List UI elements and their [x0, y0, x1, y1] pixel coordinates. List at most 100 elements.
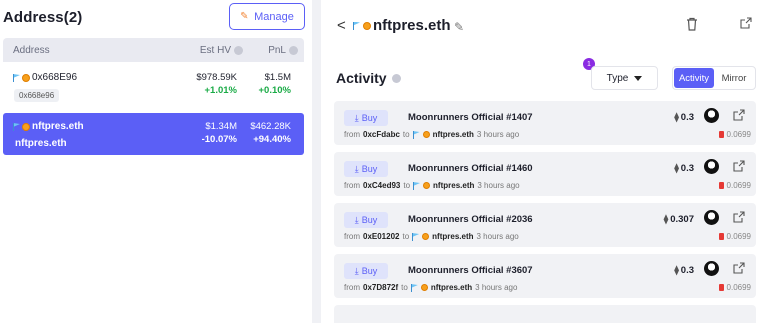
est-hv-value: $1.34M: [205, 121, 237, 132]
from-word: from: [344, 181, 360, 190]
detail-title-text: nftpres.eth: [373, 17, 451, 34]
type-dropdown[interactable]: Type: [591, 66, 658, 90]
activity-row[interactable]: ⤓ Buy Moonrunners Official #3607 from 0x7…: [334, 254, 756, 298]
avatar[interactable]: [704, 108, 719, 123]
flag-icon: [13, 123, 20, 131]
external-link-icon[interactable]: [733, 262, 745, 274]
address-row[interactable]: 0x668E96 0x668e96 $978.59K +1.01% $1.5M …: [3, 64, 304, 108]
flag-icon: [353, 21, 361, 30]
toggle-mirror[interactable]: Mirror: [714, 68, 754, 88]
nft-name[interactable]: Moonrunners Official #1460: [408, 163, 533, 174]
address-name: 0x668E96: [13, 72, 77, 83]
from-address[interactable]: 0xE01202: [363, 232, 399, 241]
buy-tag: ⤓ Buy: [344, 212, 388, 228]
view-toggle: Activity Mirror: [672, 66, 756, 90]
eth-icon: ⧫: [674, 265, 679, 275]
to-word: to: [402, 232, 410, 241]
trash-icon[interactable]: [686, 17, 698, 31]
coin-icon: [423, 182, 431, 189]
toggle-activity[interactable]: Activity: [674, 68, 714, 88]
to-word: to: [401, 283, 408, 292]
buy-arrow-icon: ⤓: [354, 163, 359, 174]
gas-fee: 0.0699: [718, 130, 751, 139]
activity-title: Activity: [336, 70, 401, 86]
avatar[interactable]: [704, 159, 719, 174]
gas-fee: 0.0699: [718, 283, 751, 292]
back-chevron-icon[interactable]: <: [337, 17, 346, 34]
address-panel: Address(2) ✎ Manage Address Est HV PnL 0…: [0, 0, 312, 323]
time-ago: 3 hours ago: [476, 232, 519, 241]
activity-row[interactable]: ⤓ Buy Moonrunners Official #2036 from 0xE…: [334, 203, 756, 247]
nft-name[interactable]: Moonrunners Official #2036: [408, 214, 533, 225]
to-address[interactable]: nftpres.eth: [433, 181, 474, 190]
external-link-icon[interactable]: [733, 160, 745, 172]
nft-name[interactable]: Moonrunners Official #3607: [408, 265, 533, 276]
from-word: from: [344, 232, 360, 241]
transfer-line: from 0xE01202 to nftpres.eth 3 hours ago: [344, 232, 519, 241]
gas-pump-icon: [718, 131, 724, 138]
from-address[interactable]: 0x7D872f: [363, 283, 398, 292]
pnl-change: +94.40%: [253, 134, 291, 145]
column-est-hv[interactable]: Est HV: [200, 45, 243, 56]
nft-name[interactable]: Moonrunners Official #1407: [408, 112, 533, 123]
info-icon[interactable]: [289, 46, 298, 55]
gas-value: 0.0699: [726, 232, 751, 241]
transfer-line: from 0xC4ed93 to nftpres.eth 3 hours ago: [344, 181, 520, 190]
price-value: 0.307: [670, 214, 694, 225]
price: ⧫ 0.3: [674, 112, 694, 123]
avatar[interactable]: [704, 261, 719, 276]
buy-tag-label: Buy: [361, 266, 378, 276]
manage-button[interactable]: ✎ Manage: [229, 3, 305, 30]
external-link-icon[interactable]: [733, 211, 745, 223]
to-address[interactable]: nftpres.eth: [431, 283, 472, 292]
activity-row-partial[interactable]: [334, 305, 756, 323]
buy-tag-label: Buy: [361, 113, 378, 123]
activity-row[interactable]: ⤓ Buy Moonrunners Official #1460 from 0xC…: [334, 152, 756, 196]
edit-icon[interactable]: ✎: [454, 20, 464, 34]
est-hv-change: +1.01%: [204, 85, 238, 96]
time-ago: 3 hours ago: [475, 283, 518, 292]
pencil-icon: ✎: [240, 10, 249, 22]
external-link-icon[interactable]: [733, 109, 745, 121]
activity-row[interactable]: ⤓ Buy Moonrunners Official #1407 from 0xc…: [334, 101, 756, 145]
avatar[interactable]: [704, 210, 719, 225]
from-word: from: [344, 130, 360, 139]
info-icon[interactable]: [391, 73, 401, 83]
detail-panel: < nftpres.eth ✎ Activity 1 Type Activity…: [321, 0, 773, 323]
external-link-icon[interactable]: [740, 17, 752, 29]
address-row-selected[interactable]: nftpres.eth nftpres.eth $1.34M -10.07% $…: [3, 113, 304, 155]
pnl-value: $462.28K: [250, 121, 291, 132]
buy-arrow-icon: ⤓: [354, 112, 359, 123]
gas-pump-icon: [718, 233, 724, 240]
info-icon[interactable]: [234, 46, 243, 55]
buy-tag-label: Buy: [361, 215, 378, 225]
gas-fee: 0.0699: [718, 232, 751, 241]
gas-value: 0.0699: [726, 181, 751, 190]
flag-icon: [13, 74, 20, 82]
eth-icon: ⧫: [674, 163, 679, 173]
buy-tag: ⤓ Buy: [344, 161, 388, 177]
to-address[interactable]: nftpres.eth: [433, 130, 474, 139]
from-address[interactable]: 0xC4ed93: [363, 181, 400, 190]
to-word: to: [402, 130, 410, 139]
flag-icon: [410, 284, 418, 292]
from-address[interactable]: 0xcFdabc: [363, 130, 400, 139]
column-address: Address: [13, 45, 50, 56]
column-pnl[interactable]: PnL: [268, 45, 298, 56]
to-address[interactable]: nftpres.eth: [432, 232, 473, 241]
buy-arrow-icon: ⤓: [354, 214, 359, 225]
address-table-header: Address Est HV PnL: [3, 38, 304, 62]
transfer-line: from 0x7D872f to nftpres.eth 3 hours ago: [344, 283, 517, 292]
price: ⧫ 0.3: [674, 265, 694, 276]
column-est-hv-label: Est HV: [199, 45, 231, 56]
activity-title-text: Activity: [336, 70, 387, 86]
address-name: nftpres.eth: [13, 121, 84, 132]
manage-button-label: Manage: [254, 10, 294, 23]
coin-icon: [22, 73, 30, 82]
time-ago: 3 hours ago: [477, 181, 520, 190]
flag-icon: [413, 182, 420, 190]
from-word: from: [344, 283, 360, 292]
transfer-line: from 0xcFdabc to nftpres.eth 3 hours ago: [344, 130, 519, 139]
coin-icon: [422, 131, 430, 138]
address-name-text: 0x668E96: [32, 72, 78, 83]
